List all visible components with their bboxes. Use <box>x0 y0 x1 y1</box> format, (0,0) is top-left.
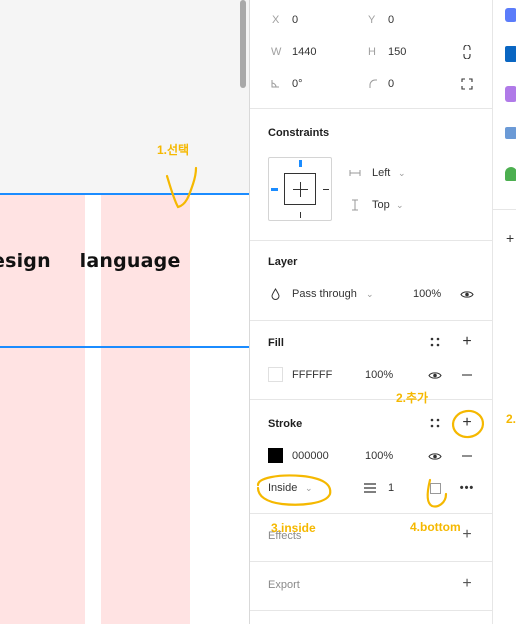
design-canvas[interactable]: esign language <box>0 0 250 624</box>
stroke-settings-row: Inside ⌄ 1 ••• <box>250 478 492 498</box>
plugin-icon[interactable] <box>505 127 516 139</box>
position-row: X 0 Y 0 <box>250 10 492 30</box>
chevron-down-icon: ⌄ <box>396 200 404 210</box>
height-input[interactable]: 150 <box>388 46 406 58</box>
constraints-title: Constraints <box>268 127 330 139</box>
stroke-styles-icon[interactable] <box>427 415 443 431</box>
stroke-hex-input[interactable]: 000000 <box>292 450 329 462</box>
horizontal-constraint-icon <box>348 166 362 180</box>
individual-strokes-icon[interactable] <box>427 480 443 496</box>
h-label: H <box>368 46 376 58</box>
y-label: Y <box>368 14 376 26</box>
selection-top-edge <box>0 193 250 195</box>
selection-bottom-edge <box>0 346 250 348</box>
vertical-scrollbar[interactable] <box>240 0 246 88</box>
canvas-text-right: language <box>79 250 181 272</box>
annotation-step2: 2.추가 <box>396 391 429 405</box>
section-divider <box>250 561 492 562</box>
canvas-text-left: esign <box>0 250 51 272</box>
stroke-title: Stroke <box>268 418 303 430</box>
constraint-right-marker[interactable] <box>323 189 329 190</box>
chevron-down-icon: ⌄ <box>398 168 406 178</box>
annotation-step4: 4.bottom <box>410 520 461 534</box>
chevron-down-icon: ⌄ <box>366 289 374 299</box>
add-icon[interactable]: + <box>506 230 514 246</box>
canvas-text-layer[interactable]: esign language <box>0 250 181 272</box>
section-divider <box>250 320 492 321</box>
layer-row: Pass through ⌄ 100% <box>250 284 492 304</box>
vertical-constraint-select[interactable]: Top <box>372 199 390 211</box>
width-input[interactable]: 1440 <box>292 46 316 58</box>
x-label: X <box>272 14 280 26</box>
section-divider <box>250 610 492 611</box>
add-fill-icon[interactable]: + <box>459 333 475 350</box>
layer-opacity-input[interactable]: 100% <box>413 288 441 300</box>
corner-radius-input[interactable]: 0 <box>388 78 394 90</box>
annotation-step3: 3.inside <box>271 521 316 535</box>
add-effect-icon[interactable]: + <box>459 526 475 543</box>
vertical-constraint-icon <box>348 198 362 212</box>
horizontal-constraint-select[interactable]: Left <box>372 167 390 179</box>
more-options-icon[interactable]: ••• <box>459 480 475 496</box>
fill-opacity-input[interactable]: 100% <box>365 369 393 381</box>
fill-title: Fill <box>268 337 284 349</box>
section-divider <box>250 399 492 400</box>
constrain-proportions-icon[interactable] <box>459 44 475 60</box>
size-row: W 1440 H 150 <box>250 42 492 62</box>
y-input[interactable]: 0 <box>388 14 394 26</box>
section-divider <box>250 108 492 109</box>
rotation-icon <box>268 77 282 91</box>
annotation-step1: 1.선택 <box>157 143 190 157</box>
stroke-color-swatch[interactable] <box>268 448 283 463</box>
tree-icon[interactable] <box>505 167 516 181</box>
chevron-down-icon: ⌄ <box>305 483 313 493</box>
blend-mode-select[interactable]: Pass through <box>292 288 357 300</box>
fill-color-swatch[interactable] <box>268 367 283 382</box>
stroke-position-select[interactable]: Inside <box>268 482 297 494</box>
remove-stroke-icon[interactable] <box>459 448 475 464</box>
eye-icon[interactable] <box>459 286 475 302</box>
blend-mode-icon <box>268 287 282 301</box>
stroke-weight-input[interactable]: 1 <box>388 482 394 494</box>
plugin-icon[interactable] <box>505 86 516 102</box>
w-label: W <box>271 46 282 58</box>
horizontal-constraint-row[interactable]: Left ⌄ <box>250 163 492 183</box>
section-divider <box>250 240 492 241</box>
constraint-left-marker[interactable] <box>271 188 278 191</box>
fill-hex-input[interactable]: FFFFFF <box>292 369 332 381</box>
stroke-weight-icon <box>363 481 377 495</box>
stroke-opacity-input[interactable]: 100% <box>365 450 393 462</box>
outlook-icon[interactable] <box>505 46 516 62</box>
independent-corners-icon[interactable] <box>459 76 475 92</box>
stroke-row: 000000 100% <box>250 446 492 466</box>
section-divider <box>250 513 492 514</box>
add-export-icon[interactable]: + <box>459 575 475 592</box>
x-input[interactable]: 0 <box>292 14 298 26</box>
fill-row: FFFFFF 100% <box>250 365 492 385</box>
add-stroke-icon[interactable]: + <box>459 414 475 431</box>
layer-title: Layer <box>268 256 298 268</box>
stroke-eye-icon[interactable] <box>427 448 443 464</box>
fill-eye-icon[interactable] <box>427 367 443 383</box>
corner-radius-icon <box>366 77 380 91</box>
vertical-constraint-row[interactable]: Top ⌄ <box>250 195 492 215</box>
rotation-row: 0° 0 <box>250 74 492 94</box>
right-toolbar-strip: + <box>492 0 516 624</box>
annotation-step2-edge: 2. <box>506 412 516 426</box>
plugin-icon[interactable] <box>505 8 516 22</box>
export-title: Export <box>268 579 300 591</box>
fill-styles-icon[interactable] <box>427 334 443 350</box>
remove-fill-icon[interactable] <box>459 367 475 383</box>
rotation-input[interactable]: 0° <box>292 78 303 90</box>
